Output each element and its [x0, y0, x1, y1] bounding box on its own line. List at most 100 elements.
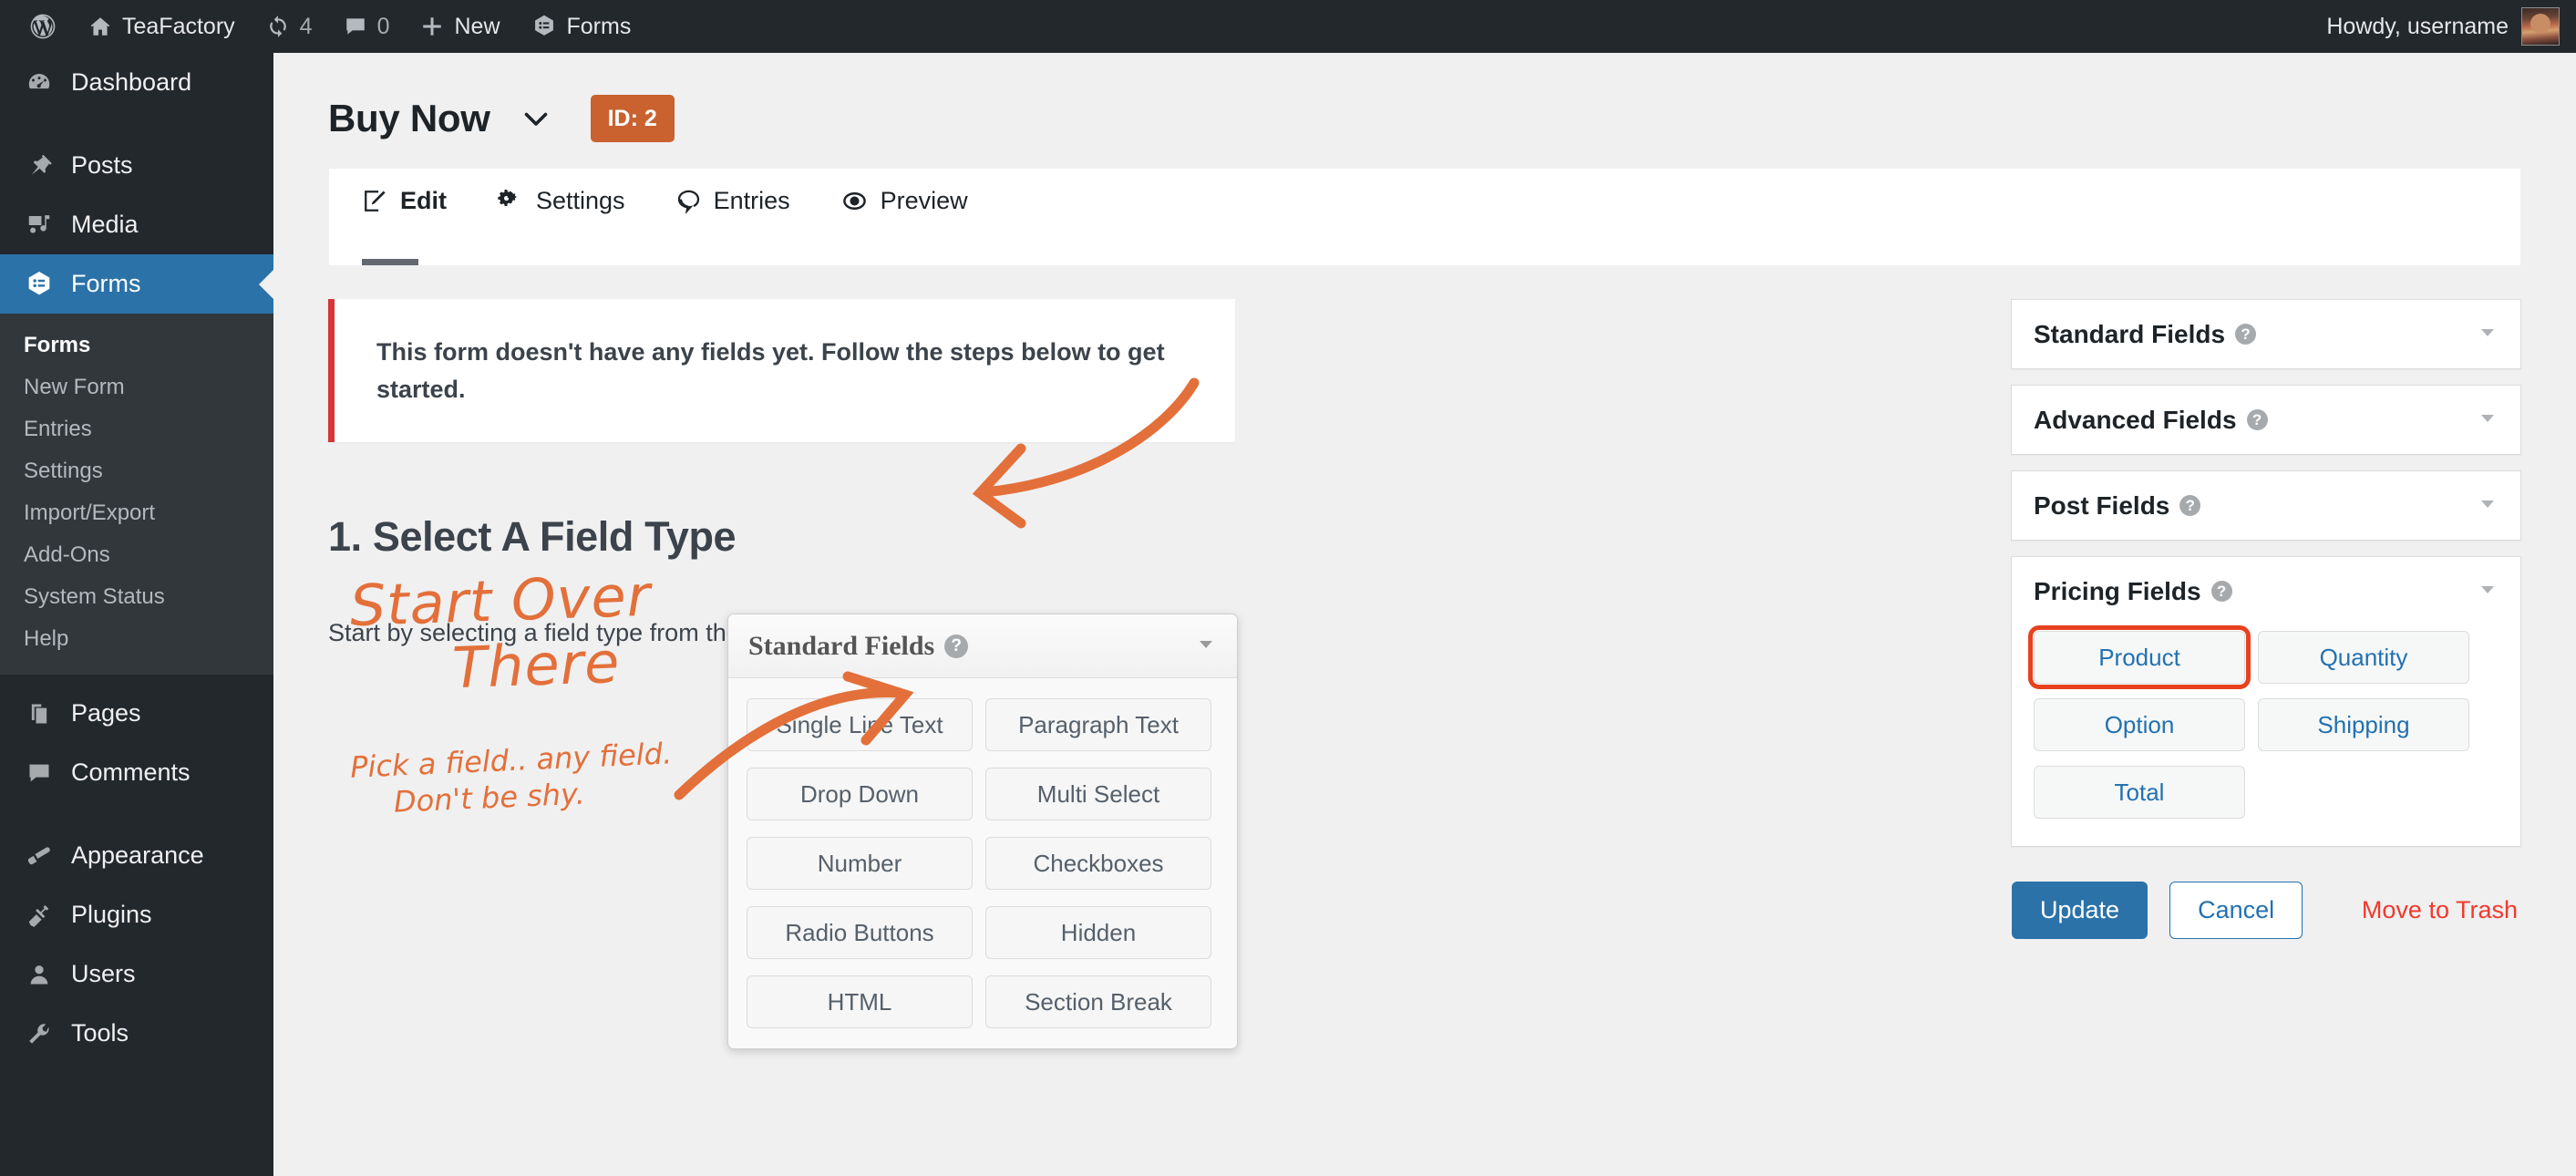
wordpress-logo-icon: [28, 12, 57, 41]
sidebar-item-users[interactable]: Users: [0, 944, 273, 1004]
field-button-section-break[interactable]: Section Break: [985, 975, 1211, 1028]
help-icon[interactable]: ?: [944, 634, 969, 658]
panel-standard-fields: Standard Fields ?: [2011, 299, 2521, 369]
tab-entries[interactable]: Entries: [675, 169, 820, 265]
pricing-field-button-option[interactable]: Option: [2034, 698, 2245, 751]
sidebar-item-dashboard[interactable]: Dashboard: [0, 53, 273, 112]
forms-icon: [531, 14, 557, 39]
floating-panel-header[interactable]: Standard Fields ?: [728, 614, 1237, 678]
updates-button[interactable]: 4: [251, 0, 328, 53]
sidebar-item-media[interactable]: Media: [0, 195, 273, 254]
field-button-paragraph-text[interactable]: Paragraph Text: [985, 698, 1211, 751]
field-button-number[interactable]: Number: [747, 837, 973, 890]
submenu-item-entries[interactable]: Entries: [0, 408, 273, 450]
form-switcher-chevron-down-icon[interactable]: [520, 102, 552, 135]
wrench-icon: [24, 1020, 55, 1047]
submenu-item-help[interactable]: Help: [0, 618, 273, 660]
sidebar-item-label: Comments: [71, 758, 191, 786]
howdy-label[interactable]: Howdy, username: [2326, 14, 2509, 40]
plus-icon: [420, 15, 444, 38]
submenu-item-import-export[interactable]: Import/Export: [0, 492, 273, 534]
step-heading: 1. Select A Field Type: [328, 513, 737, 560]
user-icon: [24, 962, 55, 987]
sidebar-item-posts[interactable]: Posts: [0, 136, 273, 195]
annotation-big-line2: There: [451, 628, 622, 702]
new-content-button[interactable]: New: [405, 0, 515, 53]
pricing-field-button-shipping[interactable]: Shipping: [2258, 698, 2469, 751]
sidebar-item-comments[interactable]: Comments: [0, 743, 273, 802]
pricing-field-button-total[interactable]: Total: [2034, 766, 2245, 819]
submenu-item-new-form[interactable]: New Form: [0, 366, 273, 408]
tab-preview[interactable]: Preview: [840, 169, 998, 265]
sidebar-divider: [0, 112, 273, 136]
pricing-field-button-product[interactable]: Product: [2028, 625, 2251, 689]
cancel-button[interactable]: Cancel: [2169, 882, 2303, 939]
chevron-down-icon[interactable]: [2477, 321, 2499, 347]
field-button-drop-down[interactable]: Drop Down: [747, 768, 973, 820]
help-icon[interactable]: ?: [2210, 581, 2232, 602]
tab-label: Settings: [536, 186, 625, 214]
edit-pencil-icon: [362, 188, 388, 214]
panel-title: Standard Fields: [2034, 319, 2226, 348]
submenu-item-forms[interactable]: Forms: [0, 325, 273, 366]
move-to-trash-link[interactable]: Move to Trash: [2362, 896, 2521, 924]
sidebar-divider: [0, 802, 273, 826]
notice-text: This form doesn't have any fields yet. F…: [376, 338, 1165, 403]
annotation-big-text: Start Over There: [349, 562, 675, 702]
panel-pricing-fields-header[interactable]: Pricing Fields ?: [2012, 557, 2520, 625]
submenu-item-add-ons[interactable]: Add-Ons: [0, 534, 273, 576]
floating-panel-body: Single Line Text Paragraph Text Drop Dow…: [728, 678, 1237, 1048]
panel-title: Advanced Fields: [2034, 405, 2237, 434]
panel-standard-fields-header[interactable]: Standard Fields ?: [2012, 300, 2520, 368]
chevron-down-icon[interactable]: [2477, 407, 2499, 433]
annotation-big-line1: Start Over: [348, 562, 653, 640]
updates-count: 4: [299, 13, 313, 39]
field-button-single-line-text[interactable]: Single Line Text: [747, 698, 973, 751]
help-icon[interactable]: ?: [2246, 409, 2268, 430]
speech-bubble-icon: [675, 188, 702, 214]
sidebar-item-plugins[interactable]: Plugins: [0, 885, 273, 944]
form-header: Buy Now ID: 2: [273, 53, 2576, 148]
chevron-down-icon[interactable]: [2477, 492, 2499, 519]
update-button[interactable]: Update: [2012, 882, 2148, 939]
help-icon[interactable]: ?: [2179, 495, 2201, 516]
admin-bar-left: TeaFactory 4 0 New Forms: [0, 0, 646, 53]
chevron-down-icon[interactable]: [1195, 633, 1217, 659]
main-content-area: Buy Now ID: 2 Edit Settings Entries Prev…: [273, 53, 2576, 1176]
panel-advanced-fields-header[interactable]: Advanced Fields ?: [2012, 386, 2520, 454]
forms-menu-button[interactable]: Forms: [516, 0, 647, 53]
comments-button[interactable]: 0: [328, 0, 406, 53]
sidebar-item-appearance[interactable]: Appearance: [0, 826, 273, 885]
pricing-field-button-quantity[interactable]: Quantity: [2258, 631, 2469, 684]
editor-main-column: This form doesn't have any fields yet. F…: [328, 299, 1814, 1049]
chevron-down-icon[interactable]: [2477, 578, 2499, 604]
avatar[interactable]: [2521, 7, 2560, 46]
sidebar-item-label: Pages: [71, 699, 141, 727]
field-button-html[interactable]: HTML: [747, 975, 973, 1028]
admin-bar-right: Howdy, username: [2326, 7, 2576, 46]
help-icon[interactable]: ?: [2235, 324, 2257, 345]
wp-admin-bar: TeaFactory 4 0 New Forms Howdy, username: [0, 0, 2576, 53]
comment-icon: [344, 15, 367, 38]
tab-settings[interactable]: Settings: [497, 169, 655, 265]
panel-pricing-fields-body: Product Quantity Option Shipping Total: [2012, 625, 2520, 846]
panel-pricing-fields: Pricing Fields ? Product Quantity Option…: [2011, 556, 2521, 847]
sidebar-item-pages[interactable]: Pages: [0, 684, 273, 743]
home-icon: [88, 15, 112, 38]
submenu-item-system-status[interactable]: System Status: [0, 576, 273, 618]
forms-icon: [24, 270, 55, 299]
field-button-hidden[interactable]: Hidden: [985, 906, 1211, 959]
sidebar-item-label: Media: [71, 211, 139, 238]
field-button-multi-select[interactable]: Multi Select: [985, 768, 1211, 820]
pages-icon: [24, 701, 55, 727]
panel-post-fields-header[interactable]: Post Fields ?: [2012, 471, 2520, 540]
tab-edit[interactable]: Edit: [362, 169, 477, 265]
site-name-button[interactable]: TeaFactory: [73, 0, 251, 53]
sidebar-item-label: Posts: [71, 151, 133, 179]
submenu-item-settings[interactable]: Settings: [0, 450, 273, 492]
wordpress-logo-button[interactable]: [13, 0, 73, 53]
field-button-radio-buttons[interactable]: Radio Buttons: [747, 906, 973, 959]
field-button-checkboxes[interactable]: Checkboxes: [985, 837, 1211, 890]
sidebar-item-forms[interactable]: Forms: [0, 254, 273, 314]
sidebar-item-tools[interactable]: Tools: [0, 1004, 273, 1063]
